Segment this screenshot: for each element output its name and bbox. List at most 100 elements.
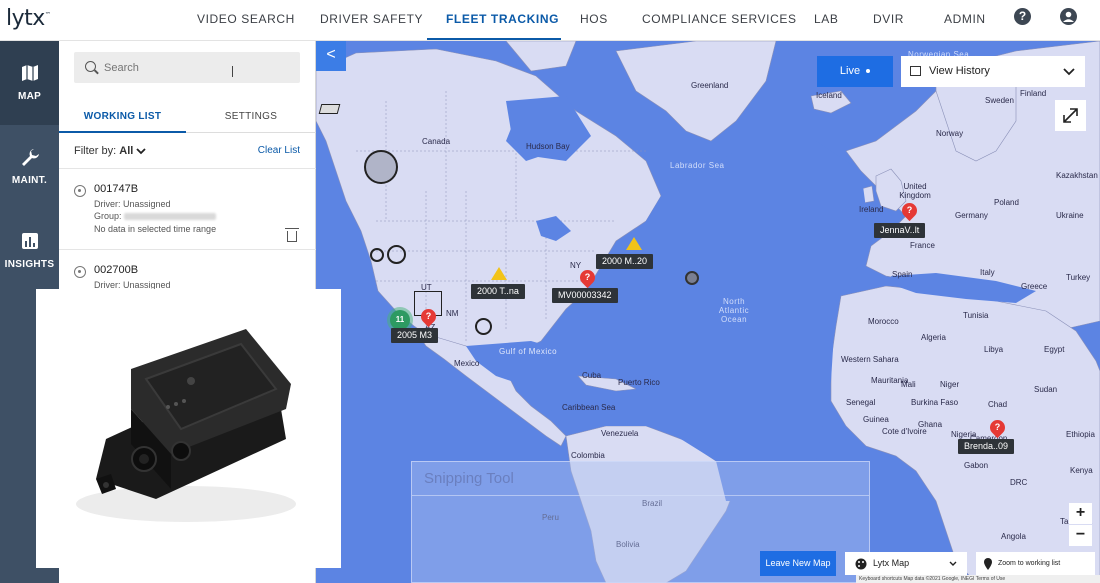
rail-item-insights[interactable]: INSIGHTS [0, 209, 59, 293]
chevron-down-icon [136, 147, 147, 154]
map-label: Norway [936, 129, 964, 138]
map-label: Ethiopia [1066, 430, 1095, 439]
map-label: Finland [1020, 89, 1047, 98]
vehicle-label[interactable]: JennaV..lt [874, 223, 926, 238]
tab-settings[interactable]: SETTINGS [186, 105, 316, 133]
search-box[interactable] [74, 52, 300, 83]
map-label: France [910, 241, 935, 250]
steering-wheel-icon [74, 266, 86, 278]
camera-device-photo [36, 289, 341, 568]
map-label: Chad [988, 400, 1008, 409]
map-label: Venezuela [601, 429, 639, 438]
map-label: Iceland [816, 91, 842, 100]
rail-item-map[interactable]: MAP [0, 41, 59, 125]
vehicle-list-item[interactable]: 001747B Driver: Unassigned Group: No dat… [59, 179, 316, 259]
vehicle-status: No data in selected time range [94, 224, 217, 234]
vehicle-label[interactable]: Brenda..09 [958, 439, 1015, 454]
map-attribution: Keyboard shortcuts Map data ©2021 Google… [856, 575, 1100, 583]
map-label: Greece [1021, 282, 1048, 291]
top-navigation-bar: lytx™ VIDEO SEARCH DRIVER SAFETY FLEET T… [0, 0, 1100, 41]
map-label: Turkey [1066, 273, 1091, 282]
vehicle-cluster-marker[interactable]: 11 [390, 310, 410, 330]
fleet-map[interactable]: Greenland Iceland Canada Hudson Bay Labr… [316, 41, 1100, 583]
leave-new-map-button[interactable]: Leave New Map [760, 551, 836, 576]
vehicle-id: 002700B [94, 264, 139, 276]
rail-item-maint[interactable]: MAINT. [0, 125, 59, 209]
nav-admin[interactable]: ADMIN [944, 0, 986, 40]
live-label: Live [839, 65, 861, 77]
vehicle-label[interactable]: MV00003342 [552, 288, 618, 303]
geofence-circle[interactable] [387, 245, 406, 264]
map-label: Morocco [868, 317, 899, 326]
nav-video-search[interactable]: VIDEO SEARCH [197, 0, 295, 40]
account-circle-icon[interactable] [1060, 8, 1077, 25]
fullscreen-button[interactable] [1055, 100, 1086, 131]
geofence-circle[interactable] [364, 150, 398, 184]
warning-triangle-icon[interactable] [626, 237, 642, 250]
vehicle-pin-icon[interactable]: ? [986, 416, 1009, 439]
pin-glyph: ? [906, 205, 913, 215]
help-circle-icon[interactable]: ? [1014, 8, 1031, 25]
zoom-to-working-list-label: Zoom to working list [998, 560, 1061, 567]
live-button[interactable]: Live [817, 56, 893, 87]
nav-dvir[interactable]: DVIR [873, 0, 904, 40]
snipping-tool-title: Snipping Tool [424, 470, 514, 487]
nav-lab[interactable]: LAB [814, 0, 838, 40]
map-label: NM [446, 309, 459, 318]
map-label: Libya [984, 345, 1004, 354]
geofence-circle[interactable] [370, 248, 384, 262]
vehicle-pin-icon[interactable]: ? [576, 266, 599, 289]
zoom-to-working-list-button[interactable]: Zoom to working list [976, 552, 1095, 575]
vehicle-label[interactable]: 2000 M..20 [596, 254, 654, 269]
bar-chart-icon [21, 233, 38, 249]
map-type-label: Lytx Map [873, 558, 910, 568]
geofence-polygon[interactable] [318, 104, 341, 114]
nav-driver-safety[interactable]: DRIVER SAFETY [320, 0, 423, 40]
calendar-icon [910, 66, 921, 76]
vehicle-group: Group: [94, 211, 217, 221]
rail-label-map: MAP [17, 91, 42, 102]
clear-list-link[interactable]: Clear List [258, 145, 300, 156]
zoom-in-button[interactable]: + [1069, 503, 1092, 524]
vehicle-pin-icon[interactable]: ? [898, 199, 921, 222]
map-label: Algeria [921, 333, 946, 342]
lytx-logo[interactable]: lytx™ [6, 6, 51, 31]
map-label: Gulf of Mexico [499, 347, 558, 356]
vehicle-pin-icon[interactable]: ? [417, 305, 440, 328]
geofence-circle[interactable] [685, 271, 699, 285]
warning-triangle-icon[interactable] [491, 267, 507, 280]
trash-icon[interactable] [285, 228, 299, 242]
steering-wheel-icon [74, 185, 86, 197]
map-label: Colombia [571, 451, 605, 460]
map-label: Caribbean Sea [562, 403, 616, 412]
nav-hos[interactable]: HOS [580, 0, 608, 40]
map-label: Mauritania [871, 376, 909, 385]
map-label: Sweden [985, 96, 1014, 105]
geofence-circle[interactable] [475, 318, 492, 335]
tab-working-list[interactable]: WORKING LIST [59, 105, 186, 133]
zoom-out-button[interactable]: − [1069, 525, 1092, 546]
map-label: Italy [980, 268, 995, 277]
map-label: Cuba [582, 371, 602, 380]
map-label: Ukraine [1056, 211, 1084, 220]
nav-compliance-services[interactable]: COMPLIANCE SERVICES [642, 0, 797, 40]
search-input[interactable] [104, 58, 284, 78]
vehicle-label[interactable]: 2005 M3 [391, 328, 439, 343]
divider [59, 168, 316, 169]
filter-dropdown[interactable]: Filter by: All [74, 145, 147, 157]
map-label: Spain [892, 270, 913, 279]
map-label: Kenya [1070, 466, 1093, 475]
map-label: Western Sahara [841, 355, 899, 364]
vehicle-label[interactable]: 2000 T..na [471, 284, 525, 299]
chevron-down-icon [949, 561, 957, 566]
map-label: Egypt [1044, 345, 1065, 354]
nav-fleet-tracking[interactable]: FLEET TRACKING [427, 0, 561, 40]
map-label: Sudan [1034, 385, 1058, 394]
rail-label-maint: MAINT. [11, 175, 48, 186]
map-label: Guinea [863, 415, 889, 424]
collapse-panel-button[interactable]: < [316, 41, 346, 71]
view-history-dropdown[interactable]: View History [901, 56, 1085, 87]
vehicle-id: 001747B [94, 183, 139, 195]
map-type-dropdown[interactable]: Lytx Map [845, 552, 967, 575]
map-label: Ghana [918, 420, 943, 429]
